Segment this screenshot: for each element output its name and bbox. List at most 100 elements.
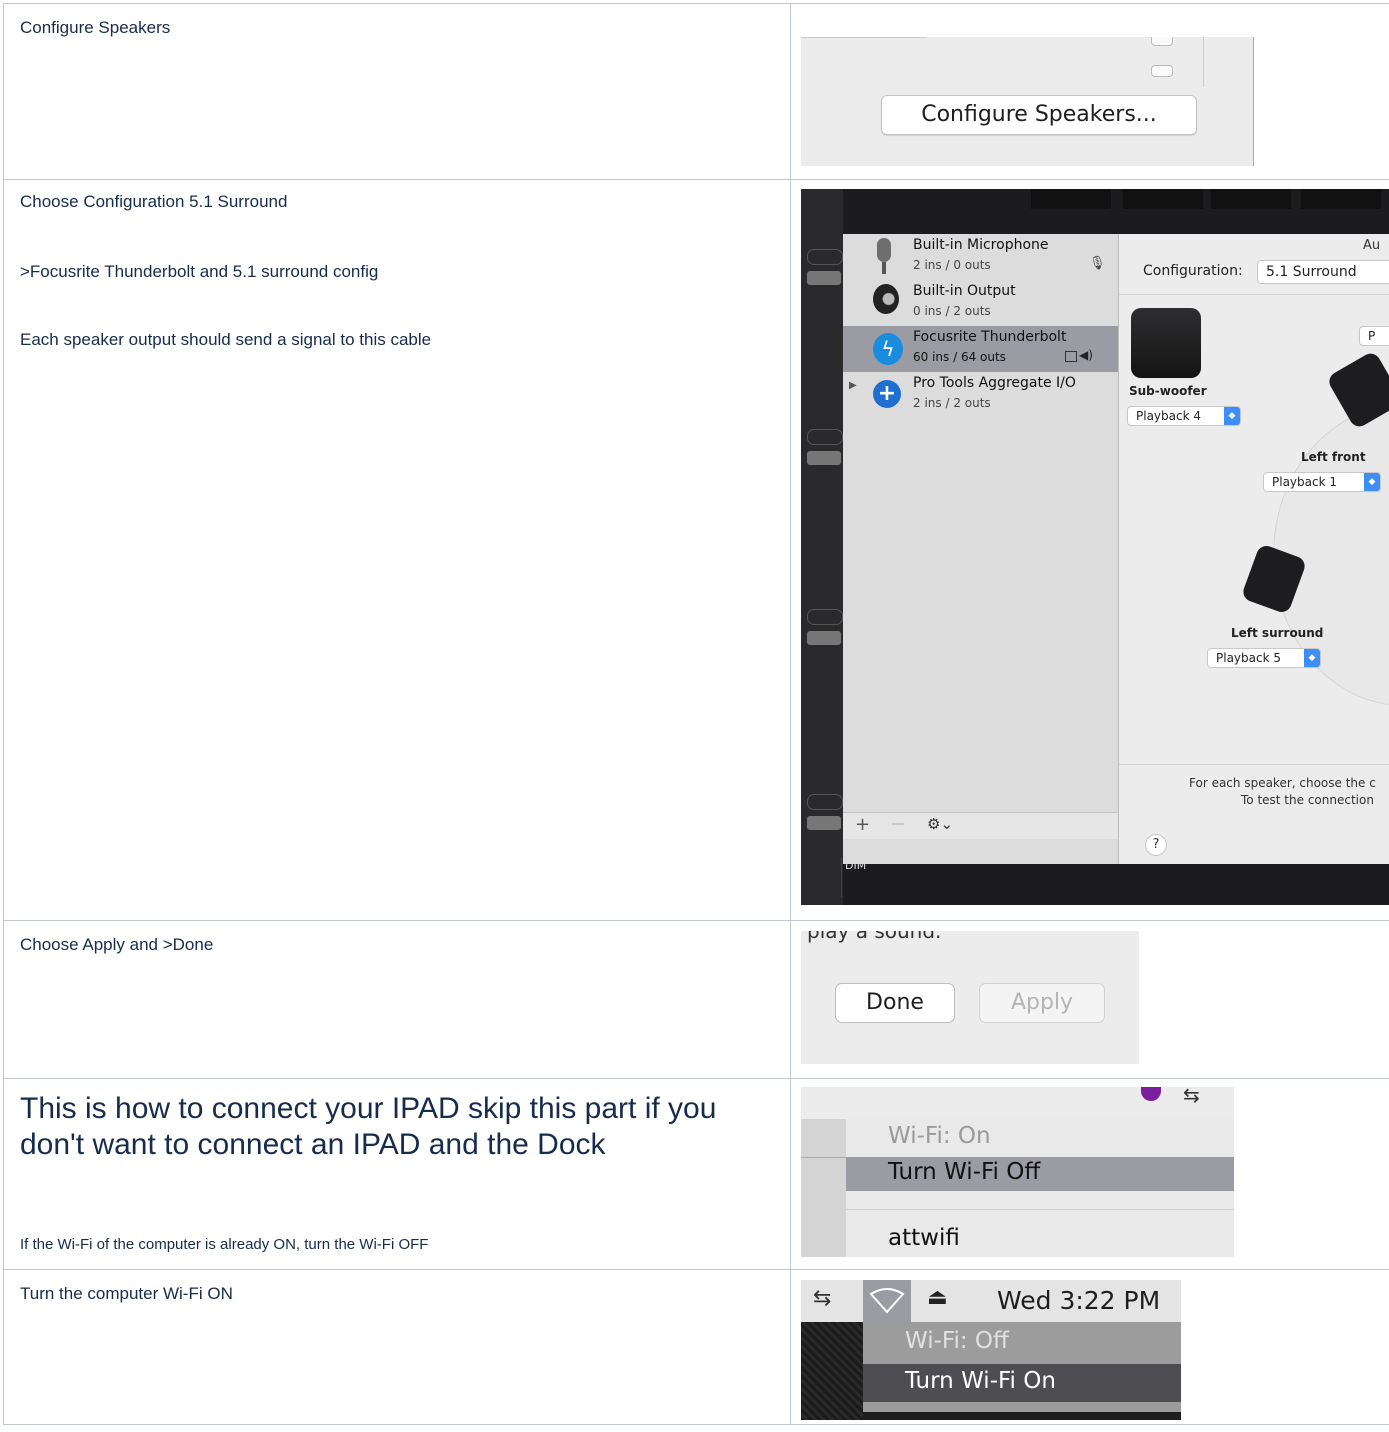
- instruction-cell: Choose Apply and >Done: [3, 920, 791, 1079]
- screenshot-cell: play a sound. Done Apply: [790, 920, 1389, 1079]
- background-panel: [1031, 189, 1111, 209]
- table-row: Turn the computer Wi-Fi ON ⇆ ⏏ Wed 3:22 …: [3, 1269, 1389, 1425]
- add-device-button[interactable]: +: [855, 814, 870, 835]
- configuration-popup[interactable]: 5.1 Surround: [1257, 260, 1389, 284]
- device-io: 2 ins / 2 outs: [913, 396, 991, 410]
- input-indicator-icon: 🎙: [1089, 256, 1106, 271]
- wifi-icon: [869, 1288, 905, 1314]
- divider: [801, 1157, 846, 1158]
- done-button[interactable]: Done: [835, 983, 955, 1023]
- speaker-configuration-pane: Configuration: 5.1 Surround P Sub-woofer…: [1119, 254, 1389, 864]
- speaker-popup-partial[interactable]: P: [1359, 326, 1389, 346]
- network-item[interactable]: attwifi: [888, 1225, 960, 1251]
- divider: [841, 857, 842, 897]
- table-row: Choose Apply and >Done play a sound. Don…: [3, 920, 1389, 1079]
- device-name: Focusrite Thunderbolt: [913, 329, 1067, 345]
- speaker-output-popup[interactable]: Playback 4 ◆: [1127, 406, 1241, 426]
- background-control: [807, 429, 843, 445]
- wifi-status: Wi-Fi: On: [888, 1123, 991, 1149]
- wifi-menu-off-screenshot: ⇆ Wi-Fi: On Turn Wi-Fi Off attwifi: [801, 1087, 1234, 1257]
- scroll-knob: [1151, 65, 1173, 77]
- speaker-label: Left front: [1301, 450, 1366, 464]
- device-name: Built-in Output: [913, 283, 1016, 299]
- instruction-cell: Turn the computer Wi-Fi ON: [3, 1269, 791, 1425]
- wifi-dropdown-menu: Wi-Fi: Off Turn Wi-Fi On: [863, 1322, 1181, 1412]
- instruction-table: Configure Speakers Configure Speakers...…: [3, 3, 1389, 1425]
- configure-speakers-button[interactable]: Configure Speakers...: [881, 95, 1197, 135]
- speaker-output-popup[interactable]: Playback 5 ◆: [1207, 648, 1321, 668]
- background-window: [801, 1119, 846, 1257]
- background-control: [807, 794, 843, 810]
- popup-value: Playback 5: [1216, 651, 1281, 665]
- turn-wifi-off-item: Turn Wi-Fi Off: [888, 1159, 1041, 1185]
- sync-arrows-icon: ⇆: [813, 1286, 832, 1311]
- done-apply-screenshot: play a sound. Done Apply: [801, 931, 1139, 1064]
- background-window: [801, 1322, 863, 1420]
- instruction-text: Turn the computer Wi-Fi ON: [20, 1284, 233, 1303]
- background-control: [807, 609, 843, 625]
- sync-arrows-icon: ⇆: [1183, 1087, 1200, 1107]
- device-io: 0 ins / 2 outs: [913, 304, 991, 318]
- divider: [1119, 294, 1389, 295]
- footer-instruction-line2: To test the connection: [1241, 793, 1374, 807]
- screenshot-cell: ⇆ ⏏ Wed 3:22 PM Wi-Fi: Off Turn Wi-Fi On: [790, 1269, 1389, 1425]
- menu-item-highlighted[interactable]: Turn Wi-Fi On: [863, 1364, 1181, 1402]
- device-list-item[interactable]: Built-in Microphone 2 ins / 0 outs 🎙: [843, 234, 1118, 280]
- divider: [801, 37, 926, 38]
- instruction-cell: Choose Configuration 5.1 Surround >Focus…: [3, 179, 791, 921]
- configure-speakers-screenshot: Configure Speakers...: [801, 37, 1254, 166]
- cropped-text: play a sound.: [807, 931, 942, 943]
- turn-wifi-on-item: Turn Wi-Fi On: [905, 1368, 1056, 1394]
- audio-devices-window: Au Built-in Microphone 2 ins / 0 outs 🎙: [843, 234, 1389, 864]
- window-title: Au: [1363, 238, 1381, 253]
- device-name: Pro Tools Aggregate I/O: [913, 375, 1076, 391]
- apply-button[interactable]: Apply: [979, 983, 1105, 1023]
- instruction-text: Each speaker output should send a signal…: [20, 330, 432, 349]
- background-panel: [1301, 189, 1381, 209]
- popup-stepper-icon: ◆: [1224, 407, 1240, 425]
- scroll-knob: [1151, 37, 1173, 46]
- popup-stepper-icon: ◆: [1364, 473, 1380, 491]
- configuration-label: Configuration:: [1143, 263, 1243, 279]
- menu-separator: [846, 1209, 1234, 1210]
- device-io: 60 ins / 64 outs: [913, 350, 1006, 364]
- menu-item-highlighted[interactable]: Turn Wi-Fi Off: [846, 1157, 1234, 1191]
- speaker-output-popup[interactable]: Playback 1 ◆: [1263, 472, 1381, 492]
- popup-stepper-icon: ◆: [1304, 649, 1320, 667]
- section-heading: This is how to connect your IPAD skip th…: [20, 1092, 717, 1161]
- divider: [1203, 37, 1204, 87]
- eject-icon[interactable]: ⏏: [927, 1285, 948, 1310]
- remove-device-button[interactable]: —: [891, 816, 905, 832]
- microphone-stand: [882, 262, 886, 274]
- menu-bar: [801, 1087, 1234, 1119]
- background-control: [807, 816, 841, 830]
- divider: [1119, 764, 1389, 765]
- device-list-item[interactable]: ▶ + Pro Tools Aggregate I/O 2 ins / 2 ou…: [843, 372, 1118, 418]
- footer-instruction-line1: For each speaker, choose the c: [1189, 776, 1376, 790]
- instruction-cell: This is how to connect your IPAD skip th…: [3, 1078, 791, 1270]
- screenshot-cell: DIM Au Built-in Microphone 2 ins / 0 out…: [790, 179, 1389, 921]
- wifi-menu-on-screenshot: ⇆ ⏏ Wed 3:22 PM Wi-Fi: Off Turn Wi-Fi On: [801, 1280, 1181, 1420]
- sidebar-toolbar: + — ⚙⌄: [843, 812, 1118, 839]
- instruction-text: >Focusrite Thunderbolt and 5.1 surround …: [20, 262, 379, 281]
- background-control: [807, 451, 841, 465]
- table-row: Choose Configuration 5.1 Surround >Focus…: [3, 179, 1389, 921]
- output-indicator-icon: ◀): [1079, 348, 1093, 362]
- gear-icon[interactable]: ⚙⌄: [927, 815, 953, 833]
- popup-value: Playback 1: [1272, 475, 1337, 489]
- instruction-text: Configure Speakers: [20, 18, 171, 37]
- table-row: This is how to connect your IPAD skip th…: [3, 1078, 1389, 1270]
- wifi-menu-icon-button[interactable]: [863, 1280, 911, 1322]
- device-list-item[interactable]: Built-in Output 0 ins / 2 outs: [843, 280, 1118, 326]
- speaker-label: Sub-woofer: [1129, 384, 1207, 398]
- background-control: [807, 249, 843, 265]
- instruction-text: Choose Configuration 5.1 Surround: [20, 192, 288, 211]
- subwoofer-icon: [1131, 308, 1201, 378]
- device-list-item-selected[interactable]: ϟ Focusrite Thunderbolt 60 ins / 64 outs…: [843, 326, 1118, 372]
- help-button[interactable]: ?: [1145, 834, 1167, 856]
- finder-icon: [1065, 351, 1077, 362]
- disclosure-triangle-icon[interactable]: ▶: [849, 380, 857, 391]
- menu-bar-clock[interactable]: Wed 3:22 PM: [997, 1286, 1160, 1315]
- popup-value: Playback 4: [1136, 409, 1201, 423]
- speaker-label: Left surround: [1231, 626, 1324, 640]
